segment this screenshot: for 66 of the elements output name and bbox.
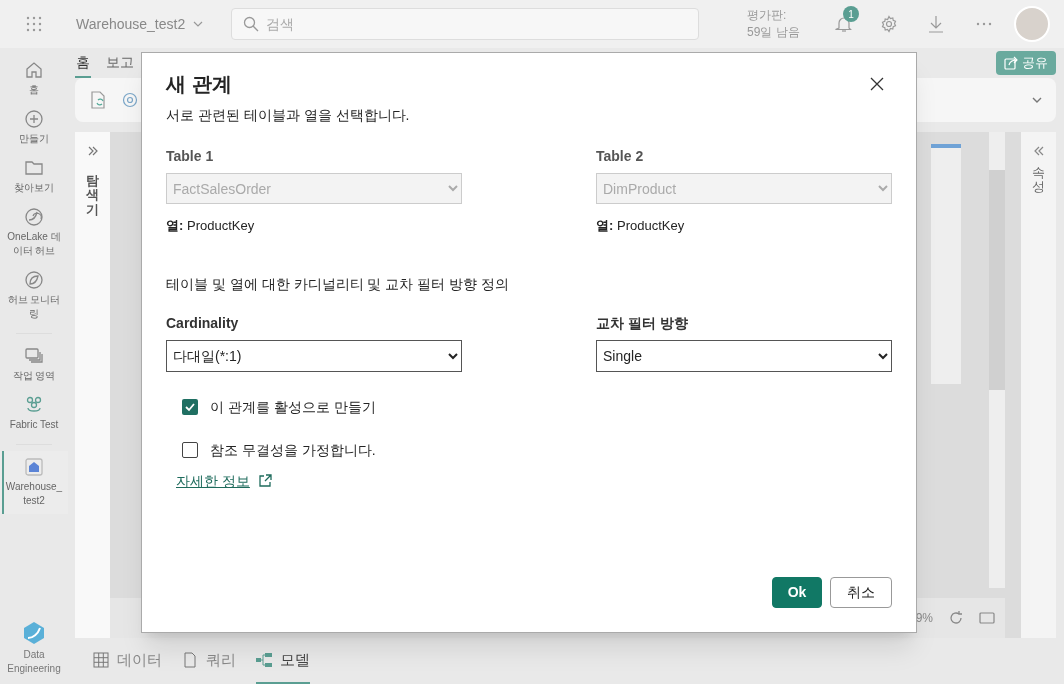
search-field[interactable]: 검색: [231, 8, 699, 40]
trial-status: 평가판: 59일 남음: [747, 7, 801, 41]
cancel-button[interactable]: 취소: [830, 577, 892, 608]
checkbox-label: 이 관계를 활성으로 만들기: [210, 397, 376, 417]
field-label: Table 2: [596, 147, 645, 166]
experience-label: Data Engineering: [6, 648, 62, 676]
document-icon: [182, 652, 198, 668]
notification-badge: 1: [843, 6, 859, 22]
nav-item[interactable]: Fabric Test: [0, 389, 68, 438]
explorer-panel: 탐색기: [75, 132, 110, 638]
chevron-down-icon[interactable]: [1032, 97, 1042, 103]
checkbox[interactable]: [182, 399, 198, 415]
field-label: 교차 필터 방향: [596, 313, 689, 333]
settings-icon[interactable]: [880, 15, 898, 33]
checkbox[interactable]: [182, 442, 198, 458]
folder-icon: [24, 158, 44, 178]
workspace-dropdown[interactable]: Warehouse_test2: [76, 13, 231, 35]
fit-screen-icon[interactable]: [979, 612, 995, 624]
model-icon: [256, 652, 272, 668]
checkbox-label: 참조 무결성을 가정합니다.: [210, 440, 376, 460]
engineering-logo-icon[interactable]: [22, 621, 46, 645]
reset-icon[interactable]: [949, 611, 963, 625]
nav-item[interactable]: 만들기: [0, 103, 68, 152]
chevron-down-icon: [193, 21, 204, 27]
nav-item[interactable]: 허브 모니터링: [0, 264, 68, 327]
field-label: Cardinality: [166, 313, 240, 333]
home-icon: [24, 60, 44, 80]
collapse-icon[interactable]: [1033, 146, 1044, 156]
search-icon: [243, 16, 259, 32]
more-icon[interactable]: [976, 22, 992, 26]
scrollbar-thumb[interactable]: [989, 170, 1005, 390]
zoom-level: 9%: [915, 610, 933, 627]
compass-icon: [24, 270, 44, 290]
settings-icon[interactable]: [121, 91, 139, 109]
nav-item[interactable]: 홈: [0, 54, 68, 103]
close-icon[interactable]: [870, 77, 884, 91]
field-label: Table 1: [166, 147, 215, 166]
nav-item[interactable]: OneLake 데이터 허브: [0, 201, 68, 264]
people-icon: [24, 395, 44, 415]
dropdown[interactable]: Single: [596, 339, 892, 372]
expand-icon[interactable]: [87, 146, 98, 156]
stack-icon: [24, 346, 44, 366]
view-tab[interactable]: 쿼리: [182, 638, 236, 684]
nav-item[interactable]: 찾아보기: [0, 152, 68, 201]
dialog-title: 새 관계: [166, 72, 232, 97]
external-link-icon: [257, 474, 272, 488]
column-text: 열: ProductKey: [596, 217, 686, 235]
description: 테이블 및 열에 대한 카디널리티 및 교차 필터 방향 정의: [166, 274, 510, 294]
ok-button[interactable]: Ok: [772, 577, 822, 608]
column-text: 열: ProductKey: [166, 217, 256, 235]
app-launcher-icon[interactable]: [26, 16, 42, 32]
view-tab[interactable]: 데이터: [93, 638, 162, 684]
avatar[interactable]: [1014, 6, 1050, 42]
warehouse-icon: [24, 457, 44, 477]
dropdown[interactable]: 다대일(*:1): [166, 339, 462, 372]
dialog-subtitle: 서로 관련된 테이블과 열을 선택합니다.: [166, 106, 411, 125]
globe-icon: [24, 207, 44, 227]
view-tab[interactable]: 모델: [256, 638, 310, 684]
download-icon[interactable]: [928, 15, 944, 33]
nav-item[interactable]: 작업 영역: [0, 340, 68, 389]
properties-panel: 속성: [1021, 132, 1056, 638]
table-icon: [93, 652, 109, 668]
share-icon: [1004, 56, 1018, 70]
share-button[interactable]: 공유: [996, 51, 1056, 75]
plus-icon: [24, 109, 44, 129]
ribbon-tab[interactable]: 보고: [105, 48, 135, 78]
